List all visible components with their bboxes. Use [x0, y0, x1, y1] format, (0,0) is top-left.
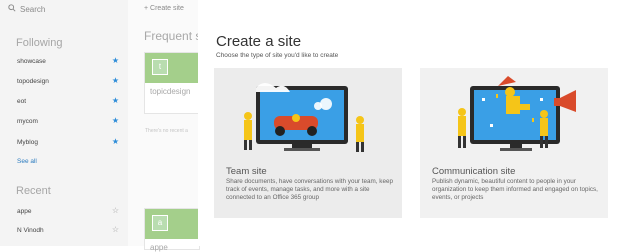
team-site-illustration [244, 83, 364, 152]
following-item[interactable]: Myblog ★ [17, 138, 119, 146]
star-outline-icon[interactable]: ☆ [112, 207, 119, 215]
no-recent-text: There's no recent a [145, 128, 188, 134]
team-site-description: Share documents, have conversations with… [226, 178, 393, 201]
communication-site-description: Publish dynamic, beautiful content to pe… [432, 178, 598, 201]
star-icon[interactable]: ★ [112, 117, 119, 125]
frequent-heading: Frequent s [144, 29, 202, 43]
create-site-button[interactable]: + Create site [144, 5, 184, 12]
star-icon[interactable]: ★ [112, 138, 119, 146]
panel-subtitle: Choose the type of site you'd like to cr… [216, 52, 339, 59]
recent-item[interactable]: appe ☆ [17, 207, 119, 215]
following-item[interactable]: eot ★ [17, 97, 119, 105]
create-site-panel: Create a site Choose the type of site yo… [198, 0, 624, 246]
plus-icon: + [144, 5, 149, 12]
star-icon[interactable]: ★ [112, 57, 119, 65]
recent-heading: Recent [16, 185, 51, 197]
communication-site-card[interactable]: Communication site Publish dynamic, beau… [420, 68, 608, 218]
star-icon[interactable]: ★ [112, 97, 119, 105]
search-input[interactable]: Search [20, 5, 45, 14]
search-box[interactable]: Search [8, 4, 45, 14]
following-item[interactable]: showcase ★ [17, 57, 119, 65]
tile-avatar: a [152, 215, 168, 231]
communication-site-title: Communication site [432, 166, 516, 177]
site-tile[interactable]: a appe [144, 208, 200, 252]
create-site-label: Create site [150, 5, 184, 12]
tile-banner: t [145, 53, 199, 83]
following-heading: Following [16, 37, 63, 49]
see-all-link[interactable]: See all [17, 158, 37, 165]
following-item-label: topodesign [17, 77, 49, 85]
search-icon [8, 4, 16, 14]
following-item-label: mycom [17, 117, 38, 125]
communication-site-illustration [458, 76, 576, 151]
panel-title: Create a site [216, 33, 302, 50]
following-item-label: showcase [17, 57, 46, 65]
following-item-label: eot [17, 97, 27, 105]
team-site-card[interactable]: Team site Share documents, have conversa… [214, 68, 402, 218]
sidebar: Search Following showcase ★ topodesign ★… [0, 0, 128, 246]
tile-banner: a [145, 209, 199, 239]
following-item-label: Myblog [17, 138, 38, 146]
star-icon[interactable]: ★ [112, 77, 119, 85]
team-site-title: Team site [226, 166, 267, 177]
following-item[interactable]: topodesign ★ [17, 77, 119, 85]
following-item[interactable]: mycom ★ [17, 117, 119, 125]
tile-name: appe [150, 243, 168, 252]
recent-item-label: N Vinodh [17, 226, 44, 234]
star-outline-icon[interactable]: ☆ [112, 226, 119, 234]
tile-avatar: t [152, 59, 168, 75]
recent-item-label: appe [17, 207, 32, 215]
site-tile[interactable]: t topicdesign [144, 52, 200, 114]
recent-item[interactable]: N Vinodh ☆ [17, 226, 119, 234]
tile-name: topicdesign [150, 87, 191, 96]
